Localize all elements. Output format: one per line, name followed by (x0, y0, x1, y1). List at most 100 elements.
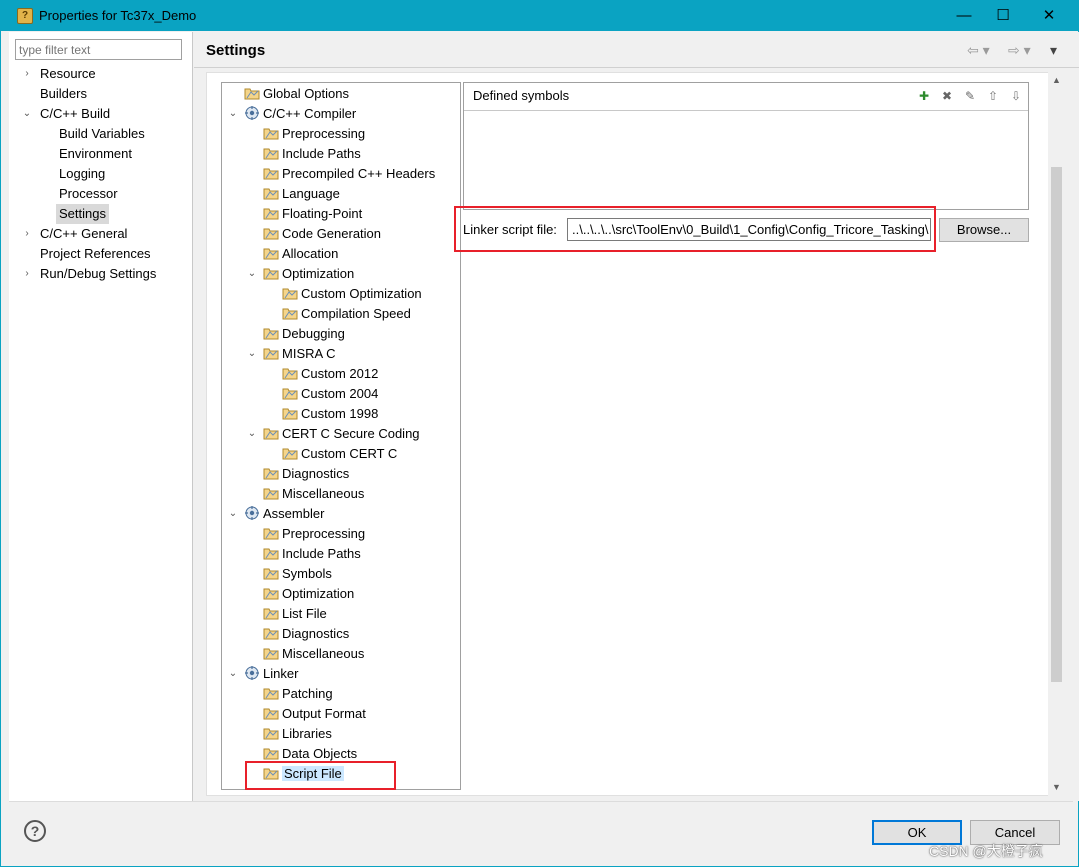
option-folder-icon (263, 525, 279, 541)
tree-item-allocation[interactable]: Allocation (263, 244, 338, 264)
scroll-up-icon[interactable]: ▲ (1048, 72, 1065, 89)
chevron-down-icon[interactable]: ⌄ (246, 264, 258, 284)
app-icon: ? (17, 8, 33, 24)
tree-item-libraries[interactable]: Libraries (263, 724, 332, 744)
tool-gear-icon (244, 505, 260, 521)
forward-nav-button[interactable]: ⇨ ▾ (1008, 40, 1031, 60)
help-icon[interactable]: ? (24, 820, 46, 842)
highlight-script-file (245, 761, 396, 790)
tree-item-code-generation[interactable]: Code Generation (263, 224, 381, 244)
tree-item-custom-1998[interactable]: Custom 1998 (282, 404, 378, 424)
tree-item-floating-point[interactable]: Floating-Point (263, 204, 362, 224)
chevron-down-icon[interactable]: ⌄ (227, 664, 239, 684)
chevron-down-icon[interactable]: ⌄ (246, 344, 258, 364)
nav-item-project-references[interactable]: Project References (40, 244, 151, 264)
maximize-button[interactable]: ☐ (980, 1, 1026, 31)
close-button[interactable]: ✕ (1026, 1, 1072, 31)
nav-item-builders[interactable]: Builders (40, 84, 87, 104)
move-down-icon[interactable]: ⇩ (1008, 88, 1024, 104)
tree-item-optimization[interactable]: Optimization (263, 264, 354, 284)
chevron-down-icon[interactable]: ⌄ (227, 504, 239, 524)
tree-item-linker[interactable]: Linker (244, 664, 298, 684)
scroll-down-icon[interactable]: ▼ (1048, 779, 1065, 796)
chevron-right-icon[interactable]: › (21, 64, 33, 84)
back-nav-button[interactable]: ⇦ ▾ (967, 40, 990, 60)
option-folder-icon (263, 345, 279, 361)
option-folder-icon (263, 685, 279, 701)
edit-icon[interactable]: ✎ (962, 88, 978, 104)
nav-item-build-variables[interactable]: Build Variables (59, 124, 145, 144)
option-folder-icon (263, 165, 279, 181)
chevron-down-icon[interactable]: ⌄ (227, 104, 239, 124)
option-folder-icon (263, 725, 279, 741)
settings-content: Global Options ⌄ C/C++ Compiler Preprocessi… (206, 72, 1053, 796)
chevron-right-icon[interactable]: › (21, 264, 33, 284)
nav-item-settings[interactable]: Settings (56, 204, 109, 224)
tree-item-label: Precompiled C++ Headers (282, 166, 436, 181)
tree-item-miscellaneous[interactable]: Miscellaneous (263, 644, 364, 664)
scroll-thumb[interactable] (1051, 167, 1062, 682)
delete-icon[interactable]: ✖ (939, 88, 955, 104)
option-folder-icon (263, 485, 279, 501)
tree-item-language[interactable]: Language (263, 184, 340, 204)
tree-item-symbols[interactable]: Symbols (263, 564, 332, 584)
page-title: Settings (206, 42, 266, 59)
tree-item-label: Miscellaneous (282, 486, 365, 501)
defined-symbols-list[interactable] (464, 112, 1028, 209)
option-folder-icon (263, 145, 279, 161)
tree-item-precompiled-c-headers[interactable]: Precompiled C++ Headers (263, 164, 435, 184)
tree-item-list-file[interactable]: List File (263, 604, 327, 624)
tree-item-cert-c-secure-coding[interactable]: CERT C Secure Coding (263, 424, 420, 444)
option-folder-icon (282, 305, 298, 321)
tree-item-custom-2012[interactable]: Custom 2012 (282, 364, 378, 384)
move-up-icon[interactable]: ⇧ (985, 88, 1001, 104)
nav-item-logging[interactable]: Logging (59, 164, 105, 184)
tree-item-custom-optimization[interactable]: Custom Optimization (282, 284, 422, 304)
tree-item-preprocessing[interactable]: Preprocessing (263, 524, 365, 544)
option-folder-icon (263, 225, 279, 241)
tree-item-custom-cert-c[interactable]: Custom CERT C (282, 444, 397, 464)
defined-symbols-label: Defined symbols (473, 88, 570, 103)
tree-item-debugging[interactable]: Debugging (263, 324, 345, 344)
tree-item-diagnostics[interactable]: Diagnostics (263, 624, 349, 644)
nav-item-environment[interactable]: Environment (59, 144, 132, 164)
view-menu-button[interactable]: ▾ (1050, 40, 1057, 60)
nav-item-c-c-general[interactable]: C/C++ General (40, 224, 127, 244)
option-folder-icon (282, 385, 298, 401)
nav-item-run-debug-settings[interactable]: Run/Debug Settings (40, 264, 156, 284)
option-folder-icon (263, 325, 279, 341)
chevron-down-icon[interactable]: ⌄ (246, 424, 258, 444)
tree-item-c-c-compiler[interactable]: C/C++ Compiler (244, 104, 356, 124)
tree-item-label: Optimization (282, 266, 355, 281)
chevron-down-icon[interactable]: ⌄ (21, 104, 33, 124)
tree-item-output-format[interactable]: Output Format (263, 704, 366, 724)
tree-item-preprocessing[interactable]: Preprocessing (263, 124, 365, 144)
properties-dialog: ? Properties for Tc37x_Demo — ☐ ✕ › Resou… (0, 0, 1079, 867)
tree-item-patching[interactable]: Patching (263, 684, 333, 704)
tree-item-misra-c[interactable]: MISRA C (263, 344, 335, 364)
nav-item-processor[interactable]: Processor (59, 184, 118, 204)
tree-item-label: Linker (263, 666, 299, 681)
filter-input[interactable] (15, 39, 182, 60)
vertical-scrollbar[interactable]: ▲ ▼ (1048, 72, 1065, 796)
tree-item-label: CERT C Secure Coding (282, 426, 420, 441)
add-icon[interactable]: ✚ (916, 88, 932, 104)
nav-item-resource[interactable]: Resource (40, 64, 96, 84)
tree-item-compilation-speed[interactable]: Compilation Speed (282, 304, 411, 324)
chevron-right-icon[interactable]: › (21, 224, 33, 244)
nav-item-c-c-build[interactable]: C/C++ Build (40, 104, 110, 124)
tree-item-optimization[interactable]: Optimization (263, 584, 354, 604)
option-folder-icon (263, 645, 279, 661)
tree-item-include-paths[interactable]: Include Paths (263, 144, 361, 164)
browse-button[interactable]: Browse... (939, 218, 1029, 242)
tree-item-label: Compilation Speed (301, 306, 411, 321)
tree-item-custom-2004[interactable]: Custom 2004 (282, 384, 378, 404)
title-bar: ? Properties for Tc37x_Demo — ☐ ✕ (1, 1, 1078, 31)
tree-item-include-paths[interactable]: Include Paths (263, 544, 361, 564)
option-folder-icon (263, 465, 279, 481)
tree-item-diagnostics[interactable]: Diagnostics (263, 464, 349, 484)
tree-item-miscellaneous[interactable]: Miscellaneous (263, 484, 364, 504)
option-folder-icon (282, 445, 298, 461)
tree-item-assembler[interactable]: Assembler (244, 504, 324, 524)
tree-item-global-options[interactable]: Global Options (244, 84, 349, 104)
